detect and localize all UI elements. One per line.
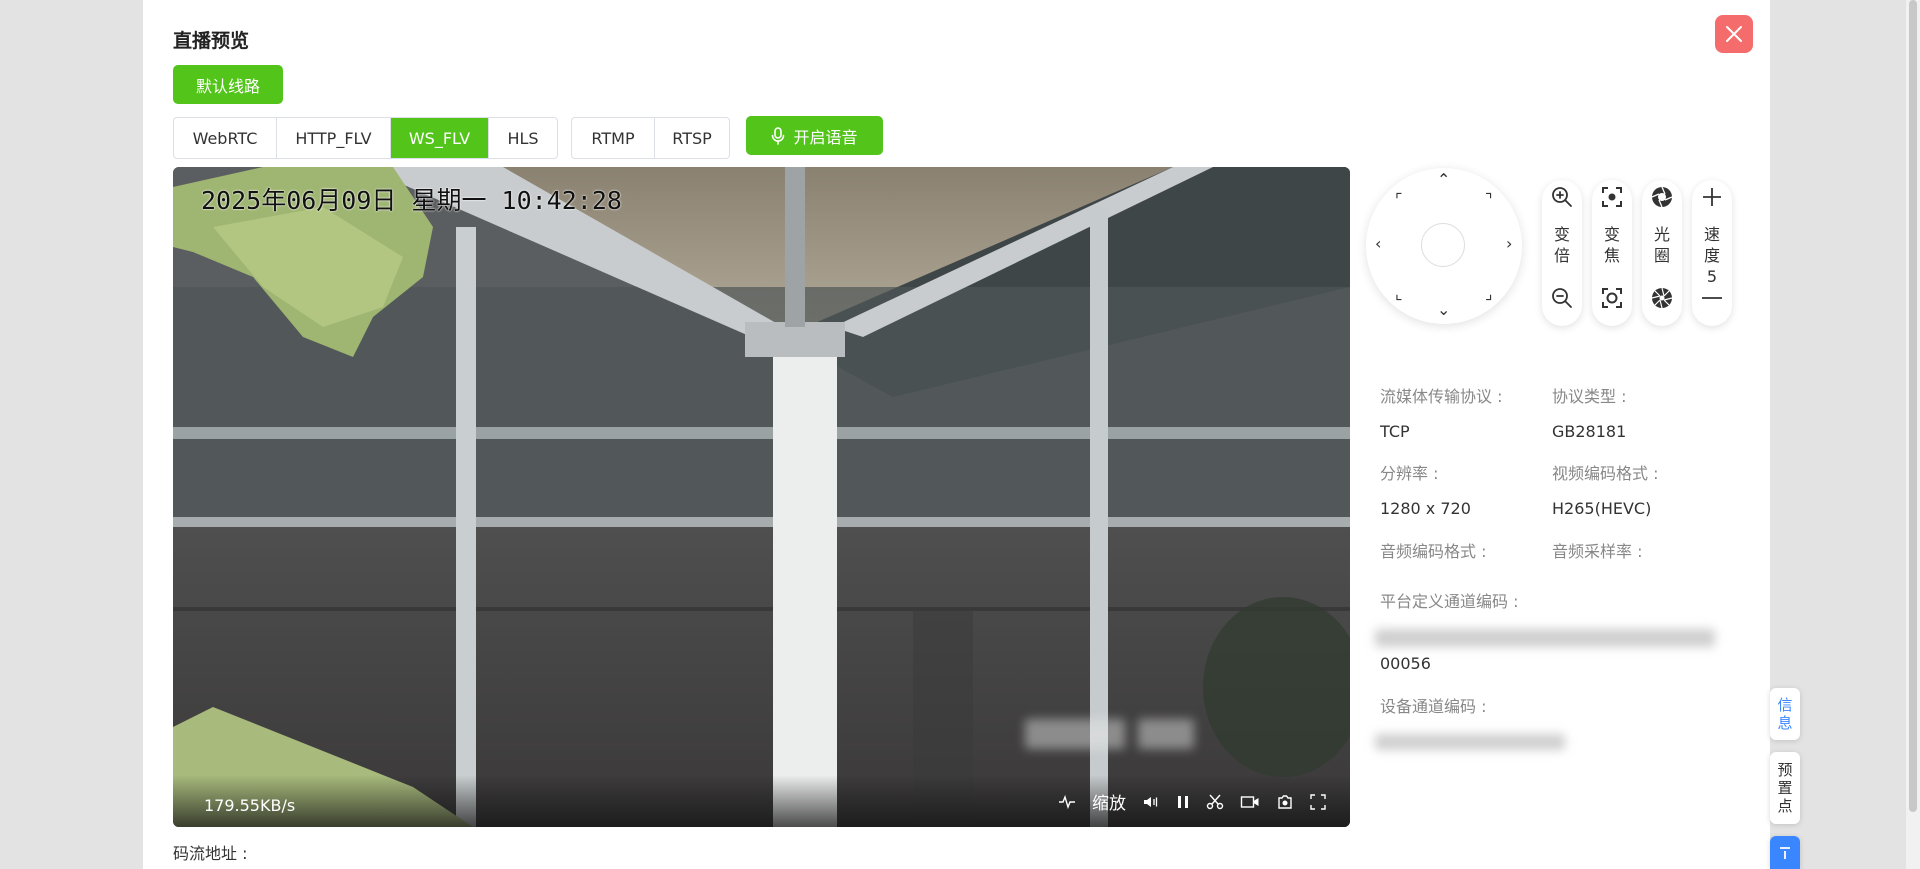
scissors-icon[interactable] xyxy=(1206,794,1224,810)
side-tab-info-label: 信息 xyxy=(1777,696,1793,732)
back-to-top-icon xyxy=(1780,846,1790,859)
fullscreen-icon[interactable] xyxy=(1310,793,1326,810)
tab-ws-flv[interactable]: WS_FLV xyxy=(391,118,489,158)
blurred-device-channel-code xyxy=(1375,734,1565,750)
page-scrollbar-thumb[interactable] xyxy=(1909,0,1917,812)
down-left-arrow-icon[interactable]: ⌞ xyxy=(1395,286,1403,302)
down-arrow-icon[interactable]: ⌄ xyxy=(1437,302,1450,318)
focus-near-icon[interactable] xyxy=(1592,184,1632,210)
iris-close-icon[interactable] xyxy=(1642,285,1682,311)
resolution-value: 1280 x 720 xyxy=(1380,499,1471,518)
page-scrollbar[interactable] xyxy=(1906,0,1920,869)
blurred-watermark xyxy=(1025,719,1125,749)
left-arrow-icon[interactable]: ‹ xyxy=(1375,236,1381,252)
audio-sample-rate-label: 音频采样率 : xyxy=(1552,542,1643,561)
zoom-label: 变倍 xyxy=(1553,225,1570,265)
close-icon xyxy=(1726,26,1742,42)
blurred-watermark xyxy=(1138,719,1194,749)
minus-icon[interactable] xyxy=(1692,285,1732,311)
voice-button-label: 开启语音 xyxy=(793,127,858,147)
ptz-focus-control: 变焦 xyxy=(1592,180,1632,326)
iris-label: 光圈 xyxy=(1653,225,1670,265)
speed-value: 5 xyxy=(1706,267,1718,286)
ptz-speed-control: 速度 5 xyxy=(1692,180,1732,326)
audio-codec-label: 音频编码格式 : xyxy=(1380,542,1487,561)
waveform-icon[interactable] xyxy=(1058,794,1076,810)
iris-open-icon[interactable] xyxy=(1642,184,1682,210)
ptz-direction-pad[interactable]: ⌃ ⌄ ‹ › ⌜ ⌝ ⌞ ⌟ xyxy=(1366,168,1522,324)
tab-rtmp[interactable]: RTMP xyxy=(572,118,655,158)
zoom-in-icon[interactable] xyxy=(1542,184,1582,210)
tab-webrtc[interactable]: WebRTC xyxy=(174,118,277,158)
video-player[interactable]: 2025年06月09日 星期一 10:42:28 179.55KB/s 缩放 xyxy=(173,167,1350,827)
default-route-button[interactable]: 默认线路 xyxy=(173,65,283,104)
pause-icon[interactable] xyxy=(1176,794,1190,810)
volume-icon[interactable] xyxy=(1142,794,1160,810)
back-to-top-button[interactable] xyxy=(1770,836,1800,869)
snapshot-icon[interactable] xyxy=(1276,794,1294,810)
platform-channel-value: 00056 xyxy=(1380,654,1431,673)
ptz-center-button[interactable] xyxy=(1421,223,1465,267)
enable-voice-button[interactable]: 开启语音 xyxy=(746,116,883,155)
zoom-out-icon[interactable] xyxy=(1542,285,1582,311)
down-right-arrow-icon[interactable]: ⌟ xyxy=(1485,286,1493,302)
tab-rtsp[interactable]: RTSP xyxy=(655,118,729,158)
side-tab-info[interactable]: 信息 xyxy=(1770,688,1800,740)
live-preview-dialog: 直播预览 默认线路 WebRTC HTTP_FLV WS_FLV HLS RTM… xyxy=(143,0,1770,869)
blurred-channel-code xyxy=(1375,629,1715,647)
video-codec-label: 视频编码格式 : xyxy=(1552,464,1659,483)
resolution-label: 分辨率 : xyxy=(1380,464,1439,483)
up-right-arrow-icon[interactable]: ⌝ xyxy=(1485,192,1493,208)
microphone-icon xyxy=(772,126,785,145)
bitrate-readout: 179.55KB/s xyxy=(204,796,296,815)
stream-address-label: 码流地址 : xyxy=(173,844,248,863)
speed-label: 速度 5 xyxy=(1692,224,1732,287)
right-arrow-icon[interactable]: › xyxy=(1506,236,1512,252)
focus-label: 变焦 xyxy=(1603,225,1620,265)
transport-label: 流媒体传输协议 : xyxy=(1380,387,1503,406)
platform-channel-label: 平台定义通道编码 : xyxy=(1380,592,1519,611)
ptz-zoom-control: 变倍 xyxy=(1542,180,1582,326)
up-left-arrow-icon[interactable]: ⌜ xyxy=(1395,192,1403,208)
protocol-type-value: GB28181 xyxy=(1552,422,1627,441)
ptz-iris-control: 光圈 xyxy=(1642,180,1682,326)
plus-icon[interactable] xyxy=(1692,184,1732,210)
push-tab-group: RTMP RTSP xyxy=(571,117,730,159)
side-tab-presets[interactable]: 预置点 xyxy=(1770,752,1800,824)
tab-http-flv[interactable]: HTTP_FLV xyxy=(277,118,391,158)
video-codec-value: H265(HEVC) xyxy=(1552,499,1652,518)
close-button[interactable] xyxy=(1715,15,1753,53)
device-channel-label: 设备通道编码 : xyxy=(1380,697,1487,716)
record-icon[interactable] xyxy=(1240,794,1260,810)
zoom-toggle-button[interactable]: 缩放 xyxy=(1092,789,1126,814)
side-tab-presets-label: 预置点 xyxy=(1777,761,1793,815)
focus-far-icon[interactable] xyxy=(1592,285,1632,311)
protocol-type-label: 协议类型 : xyxy=(1552,387,1627,406)
dialog-title: 直播预览 xyxy=(173,30,250,52)
osd-timestamp: 2025年06月09日 星期一 10:42:28 xyxy=(201,186,622,215)
up-arrow-icon[interactable]: ⌃ xyxy=(1437,172,1450,188)
tab-hls[interactable]: HLS xyxy=(489,118,557,158)
protocol-tab-group: WebRTC HTTP_FLV WS_FLV HLS xyxy=(173,117,558,159)
transport-value: TCP xyxy=(1380,422,1410,441)
player-control-bar: 179.55KB/s 缩放 xyxy=(173,775,1350,827)
